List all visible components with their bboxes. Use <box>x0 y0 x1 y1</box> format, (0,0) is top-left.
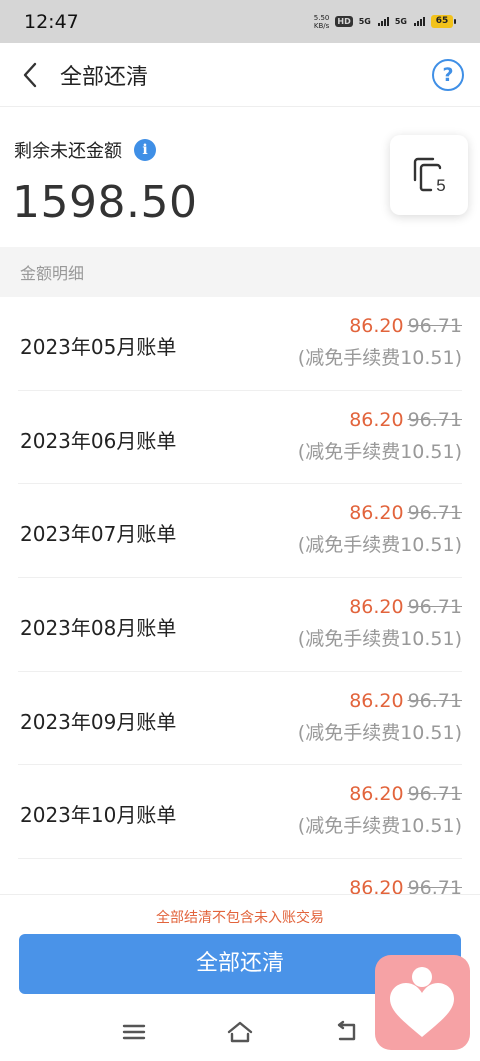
bill-name: 2023年06月账单 <box>20 428 177 453</box>
net-speed: 5.50 KB/s <box>314 14 330 30</box>
floating-assistant-button[interactable] <box>375 955 470 1050</box>
battery-level: 65 <box>431 15 453 28</box>
bill-waiver: (减免手续费10.51) <box>297 347 462 369</box>
bill-name: 2023年08月账单 <box>20 616 177 641</box>
remaining-amount: 1598.50 <box>12 177 198 228</box>
list-item[interactable]: 2023年08月账单 86.20 96.71 (减免手续费10.51) <box>18 578 462 672</box>
network-5g-label-2: 5G <box>394 17 407 26</box>
bill-name: 2023年05月账单 <box>20 335 177 359</box>
signal-icon-2 <box>414 17 425 26</box>
bill-original-amount: 96.71 <box>407 502 462 525</box>
bill-original-amount: 96.71 <box>407 596 462 619</box>
bill-waiver: (减免手续费10.51) <box>297 628 462 651</box>
list-item[interactable]: 2023年06月账单 86.20 96.71 (减免手续费10.51) <box>18 391 462 485</box>
bill-original-amount: 96.71 <box>407 689 462 712</box>
bill-name: 2023年09月账单 <box>20 709 177 734</box>
net-speed-value: 5.50 <box>313 13 330 22</box>
bill-waiver: (减免手续费10.51) <box>297 815 462 838</box>
bill-amount: 86.20 <box>349 689 404 712</box>
bill-list[interactable]: 2023年05月账单 86.20 96.71 (减免手续费10.51) 2023年… <box>0 297 480 894</box>
bill-original-amount: 96.71 <box>407 783 462 806</box>
bill-amount: 86.20 <box>349 877 404 894</box>
bill-name: 2023年07月账单 <box>20 522 177 547</box>
cards-button[interactable]: 5 <box>390 135 468 215</box>
hd-icon: HD <box>335 16 353 27</box>
bill-amount: 86.20 <box>349 502 404 525</box>
bill-name: 2023年10月账单 <box>20 803 177 828</box>
heart-person-icon <box>390 967 454 1037</box>
home-icon[interactable] <box>226 1018 254 1046</box>
list-item[interactable]: 2023年10月账单 86.20 96.71 (减免手续费10.51) <box>18 765 462 860</box>
status-time: 12:47 <box>24 10 79 33</box>
bill-waiver: (减免手续费10.51) <box>297 440 462 463</box>
battery-icon: 65 <box>431 15 456 28</box>
menu-icon[interactable] <box>120 1018 148 1046</box>
list-item[interactable]: 2023年05月账单 86.20 96.71 (减免手续费10.51) <box>18 297 462 391</box>
back-button[interactable] <box>0 43 60 107</box>
bill-waiver: (减免手续费10.51) <box>297 534 462 557</box>
remaining-label: 剩余未还金额 <box>14 141 122 162</box>
section-title: 金额明细 <box>0 247 480 297</box>
chevron-left-icon <box>23 62 37 87</box>
remaining-summary: 剩余未还金额 i 1598.50 5 <box>0 107 480 247</box>
signal-icon <box>377 17 389 26</box>
list-item[interactable]: 86.20 96.71 <box>18 859 462 894</box>
net-speed-unit: KB/s <box>313 21 330 30</box>
bill-amount: 86.20 <box>349 315 404 337</box>
back-nav-icon[interactable] <box>332 1018 360 1046</box>
bill-original-amount: 96.71 <box>407 408 462 431</box>
bill-waiver: (减免手续费10.51) <box>297 721 462 744</box>
page-title: 全部还清 <box>60 64 149 90</box>
bill-original-amount: 96.71 <box>407 315 462 337</box>
info-icon[interactable]: i <box>134 139 156 161</box>
bill-amount: 86.20 <box>349 783 404 806</box>
cards-count: 5 <box>436 176 445 194</box>
status-icons: 5.50 KB/s HD 5G 5G 65 <box>314 14 456 30</box>
list-item[interactable]: 2023年09月账单 86.20 96.71 (减免手续费10.51) <box>18 672 462 766</box>
status-bar: 12:47 5.50 KB/s HD 5G 5G 65 <box>0 0 480 43</box>
help-icon[interactable]: ? <box>432 59 464 91</box>
bill-amount: 86.20 <box>349 596 404 619</box>
cards-stack-icon: 5 <box>413 157 446 194</box>
nav-header: 全部还清 ? <box>0 43 480 107</box>
network-5g-label: 5G <box>358 17 371 26</box>
list-item[interactable]: 2023年07月账单 86.20 96.71 (减免手续费10.51) <box>18 484 462 579</box>
bill-amount: 86.20 <box>349 408 404 431</box>
bill-original-amount: 96.71 <box>407 877 462 894</box>
settlement-notice: 全部结清不包含未入账交易 <box>156 910 324 926</box>
